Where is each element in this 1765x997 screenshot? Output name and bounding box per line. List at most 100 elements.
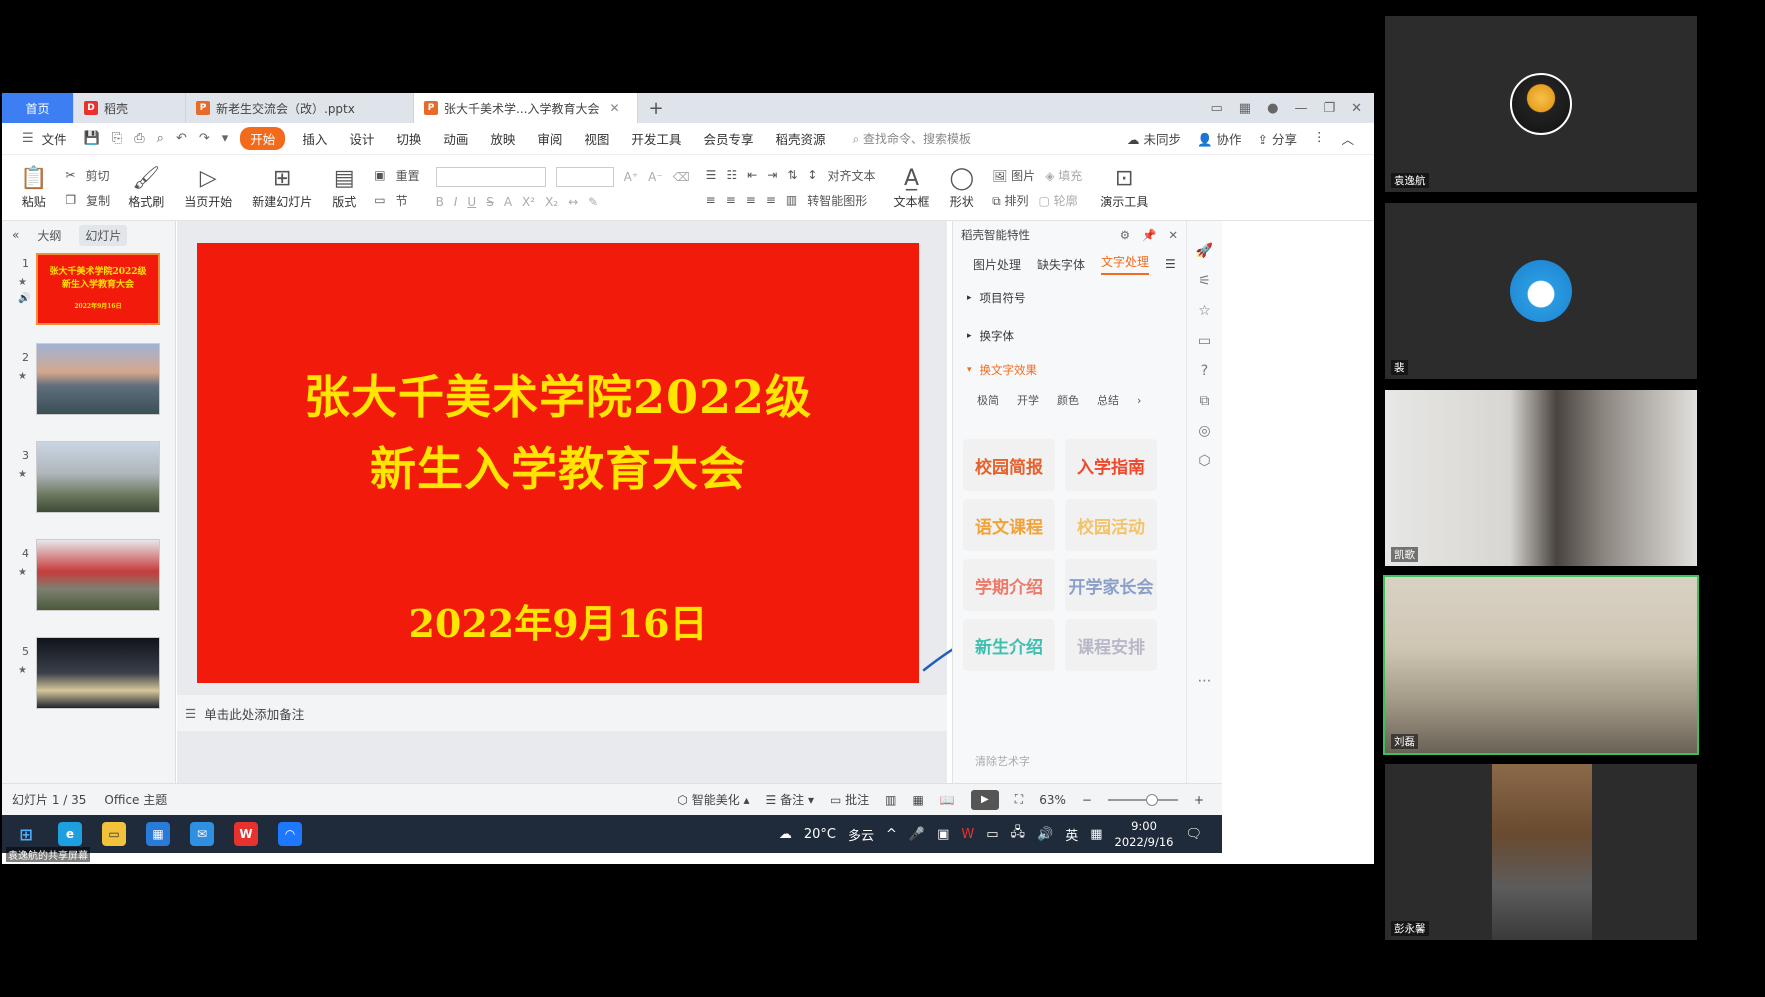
item-text-effects[interactable]: ▾ 换文字效果 [953,355,1186,385]
sorter-view-icon[interactable]: ▦ [913,793,924,807]
chevron-down-icon[interactable]: ▾ [216,131,235,146]
edge-browser-icon[interactable]: e [58,822,82,846]
store-icon[interactable]: ▦ [146,822,170,846]
indent-increase-icon[interactable]: ⇥ [767,168,777,182]
line-spacing-icon[interactable]: ↕ [807,168,817,182]
collapse-ribbon-icon[interactable]: ︿ [1341,129,1354,148]
mail-icon[interactable]: ✉ [190,822,214,846]
close-window-icon[interactable]: ✕ [1351,101,1362,116]
cat-minimal[interactable]: 极简 [977,392,999,408]
ime-indicator[interactable]: 英 [1065,825,1078,844]
menu-docer-resources[interactable]: 稻壳资源 [764,129,836,148]
fill-button[interactable]: ◈ 填充 [1045,167,1082,184]
subscript-icon[interactable]: X₂ [545,195,558,209]
network-icon[interactable]: 🖧 [1011,823,1026,845]
menu-view[interactable]: 视图 [573,129,620,148]
minimize-icon[interactable]: — [1294,101,1307,116]
italic-icon[interactable]: I [454,195,458,209]
participant-video-4[interactable]: 刘磊 [1383,575,1699,755]
effect-tile[interactable]: 校园活动 [1065,499,1157,551]
reset-button[interactable]: ▣ 重置 [374,167,419,184]
windows-start-icon[interactable]: ⊞ [14,822,38,846]
pin-icon[interactable]: 📌 [1142,228,1156,242]
tray-expand-icon[interactable]: ^ [886,827,897,842]
smart-graphic-button[interactable]: 转智能图形 [807,192,867,209]
ime-grid-icon[interactable]: ▦ [1090,827,1102,842]
mic-icon[interactable]: 🎤 [909,827,925,842]
item-bullets[interactable]: ▸ 项目符号 [953,279,1186,317]
slide-thumbnail-3[interactable] [36,441,160,513]
volume-icon[interactable]: 🔊 [1037,827,1053,842]
align-left-icon[interactable]: ≡ [706,193,716,207]
help-icon[interactable]: ? [1201,363,1208,379]
panel-menu-icon[interactable]: ☰ [1165,257,1176,271]
menu-file[interactable]: 文件 [40,129,78,148]
notes-button[interactable]: ☰ 备注 ▾ [766,791,814,808]
item-change-font[interactable]: ▸ 换字体 [953,317,1186,355]
bold-icon[interactable]: B [436,195,444,209]
preview-icon[interactable]: ⌕ [151,131,170,146]
smart-beautify-button[interactable]: ⬡ 智能美化 ▴ [677,791,749,808]
meeting-app-icon[interactable]: ◠ [278,822,302,846]
effect-tile[interactable]: 开学家长会 [1065,559,1157,611]
compass-icon[interactable]: ◎ [1198,423,1210,439]
cube-icon[interactable]: ⬡ [1198,453,1210,469]
image-tool-icon[interactable]: ⧉ [1200,393,1210,409]
layout-icon[interactable]: ▭ [1211,101,1223,116]
align-right-icon[interactable]: ≡ [746,193,756,207]
participant-tile-1[interactable]: 袁逸航 [1385,16,1697,192]
tab-outline[interactable]: 大纲 [37,227,61,244]
screen-icon[interactable]: ▣ [937,827,949,842]
effect-tile[interactable]: 学期介绍 [963,559,1055,611]
underline-icon[interactable]: U [467,195,476,209]
participant-tile-5[interactable]: 彭永馨 [1385,764,1697,940]
hamburger-icon[interactable]: ☰ [16,131,40,146]
zoom-level[interactable]: 63% [1039,793,1066,807]
menu-animations[interactable]: 动画 [432,129,479,148]
notification-icon[interactable]: 🗨 [1185,827,1202,842]
collapse-panel-icon[interactable]: « [12,228,19,242]
undo-icon[interactable]: ↶ [170,131,193,146]
effect-tile[interactable]: 课程安排 [1065,619,1157,671]
slide-thumbnail-5[interactable] [36,637,160,709]
cut-button[interactable]: ✂ 剪切 [65,167,110,184]
weather-desc[interactable]: 多云 [848,825,874,844]
slide-thumbnail-1[interactable]: 张大千美术学院2022级 新生入学教育大会 2022年9月16日 [36,253,160,325]
share-button[interactable]: ⇪ 分享 [1258,129,1297,148]
chevron-right-icon[interactable]: › [1137,394,1141,407]
participant-video-3[interactable]: 凯歌 [1385,390,1697,566]
menu-home[interactable]: 开始 [240,127,286,150]
copy-button[interactable]: ❐ 复制 [65,192,110,209]
align-center-icon[interactable]: ≡ [726,193,736,207]
settings-icon[interactable]: ⚙ [1120,228,1130,242]
restore-icon[interactable]: ❐ [1323,101,1335,116]
strikethrough-icon[interactable]: S [486,195,494,209]
columns-icon[interactable]: ▥ [786,193,797,207]
wps-icon[interactable]: W [234,822,258,846]
zoom-slider[interactable] [1107,793,1178,806]
save-icon[interactable]: 💾 [78,131,106,146]
comments-button[interactable]: ▭ 批注 [830,791,869,808]
justify-icon[interactable]: ≡ [766,193,776,207]
effect-tile[interactable]: 语文课程 [963,499,1055,551]
close-panel-icon[interactable]: ✕ [1168,228,1178,242]
zoom-out-icon[interactable]: − [1082,793,1092,807]
char-spacing-icon[interactable]: ↔ [568,195,578,209]
clear-format-icon[interactable]: ⌫ [673,170,690,184]
effect-tile[interactable]: 校园简报 [963,439,1055,491]
from-current-button[interactable]: ▷ 当页开始 [174,165,242,210]
zoom-slider-knob[interactable] [1146,793,1159,806]
font-size-select[interactable] [555,166,614,187]
tab-docer[interactable]: D 稻壳 [74,93,186,123]
tab-ppt-file[interactable]: P 新老生交流会（改）.pptx [186,93,414,123]
file-explorer-icon[interactable]: ▭ [102,822,126,846]
slide-thumbnail-4[interactable] [36,539,160,611]
tab-home[interactable]: 首页 [2,93,74,123]
menu-transitions[interactable]: 切换 [385,129,432,148]
menu-design[interactable]: 设计 [338,129,385,148]
reading-view-icon[interactable]: 📖 [940,793,955,807]
normal-view-icon[interactable]: ▥ [885,793,896,807]
bullets-icon[interactable]: ☰ [706,168,717,182]
font-family-select[interactable] [435,166,546,187]
clear-wordart-button[interactable]: 清除艺术字 [975,753,1030,769]
